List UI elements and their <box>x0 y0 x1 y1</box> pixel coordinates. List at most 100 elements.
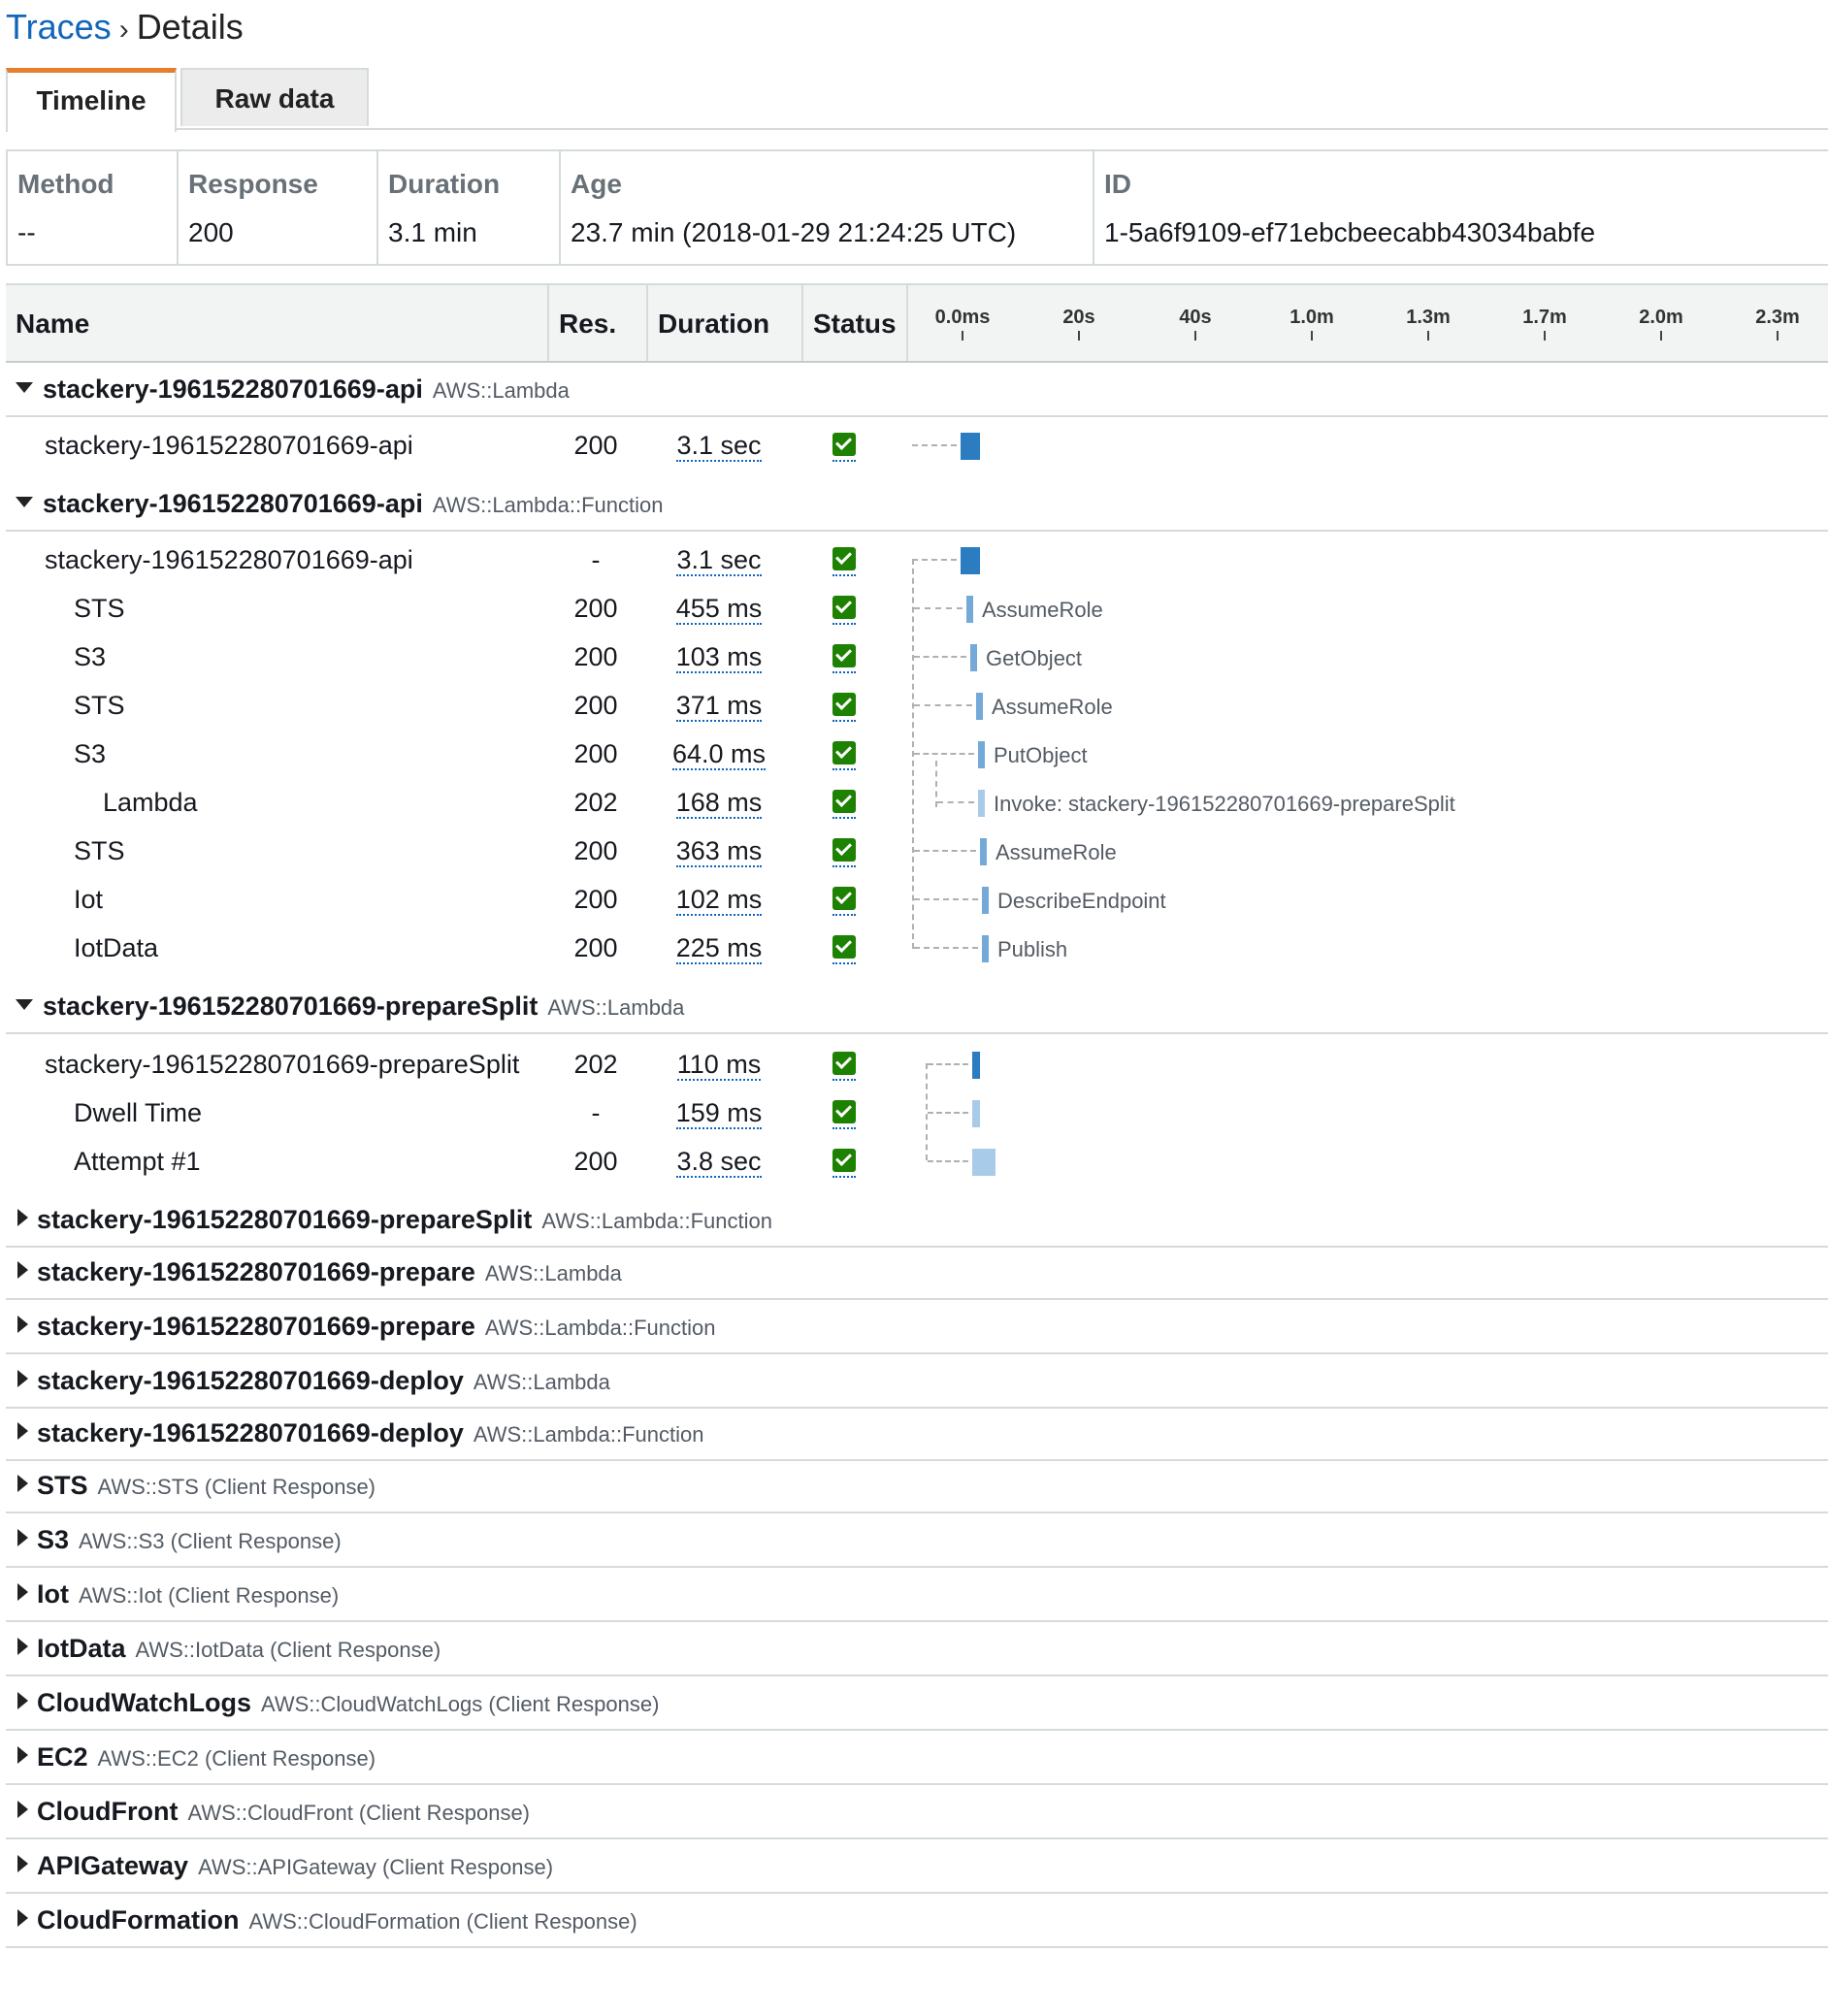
breadcrumb-traces-link[interactable]: Traces <box>6 7 112 47</box>
column-duration[interactable]: Duration <box>646 285 801 361</box>
row-name: stackery-196152280701669-api <box>45 431 413 460</box>
row-response: 200 <box>573 594 618 623</box>
timeline-tick: 0.0ms <box>924 307 1001 341</box>
group-header[interactable]: stackery-196152280701669-prepareSplit AWS… <box>6 1201 1828 1248</box>
caret-right-icon[interactable] <box>17 1422 28 1440</box>
caret-right-icon[interactable] <box>17 1209 28 1226</box>
group-header[interactable]: stackery-196152280701669-deploy AWS::Lamb… <box>6 1362 1828 1409</box>
row-duration[interactable]: 455 ms <box>675 594 763 625</box>
caret-right-icon[interactable] <box>17 1909 28 1927</box>
caret-right-icon[interactable] <box>17 1746 28 1764</box>
caret-right-icon[interactable] <box>17 1316 28 1333</box>
table-row[interactable]: Dwell Time - 159 ms <box>6 1090 1828 1139</box>
timeline-bar[interactable] <box>976 693 983 720</box>
group-header[interactable]: CloudFront AWS::CloudFront (Client Respon… <box>6 1793 1828 1839</box>
caret-right-icon[interactable] <box>17 1801 28 1818</box>
row-name: stackery-196152280701669-api <box>45 545 413 574</box>
caret-down-icon[interactable] <box>16 497 33 507</box>
row-duration[interactable]: 363 ms <box>675 836 763 867</box>
timeline-bar[interactable] <box>978 741 985 768</box>
group-header[interactable]: CloudFormation AWS::CloudFormation (Clien… <box>6 1902 1828 1948</box>
timeline-bar[interactable] <box>970 644 977 671</box>
trace-connector <box>928 1063 968 1065</box>
timeline-bar[interactable] <box>972 1052 980 1079</box>
table-row[interactable]: S3 200 64.0 ms PutObject <box>6 732 1828 780</box>
table-row[interactable]: S3 200 103 ms GetObject <box>6 634 1828 683</box>
timeline-bar[interactable] <box>978 790 985 817</box>
row-duration[interactable]: 168 ms <box>675 788 763 819</box>
row-name: Iot <box>74 885 104 914</box>
row-duration[interactable]: 110 ms <box>676 1050 762 1081</box>
table-row[interactable]: Iot 200 102 ms DescribeEndpoint <box>6 877 1828 926</box>
caret-right-icon[interactable] <box>17 1261 28 1279</box>
group-title: S3 <box>37 1525 70 1554</box>
row-duration[interactable]: 371 ms <box>675 691 763 722</box>
column-res[interactable]: Res. <box>547 285 646 361</box>
table-row[interactable]: STS 200 371 ms AssumeRole <box>6 683 1828 732</box>
group-header[interactable]: STS AWS::STS (Client Response) <box>6 1467 1828 1513</box>
table-row[interactable]: STS 200 363 ms AssumeRole <box>6 829 1828 877</box>
table-row[interactable]: stackery-196152280701669-prepareSplit 20… <box>6 1042 1828 1090</box>
tab-raw-data[interactable]: Raw data <box>180 68 369 126</box>
check-square-icon <box>832 1100 856 1123</box>
caret-down-icon[interactable] <box>16 382 33 393</box>
table-row[interactable]: STS 200 455 ms AssumeRole <box>6 586 1828 634</box>
row-duration[interactable]: 103 ms <box>675 642 763 673</box>
timeline-bar[interactable] <box>961 547 980 574</box>
group-header[interactable]: Iot AWS::Iot (Client Response) <box>6 1576 1828 1622</box>
group-header[interactable]: stackery-196152280701669-deploy AWS::Lamb… <box>6 1414 1828 1461</box>
row-duration[interactable]: 64.0 ms <box>671 739 767 770</box>
row-duration[interactable]: 3.1 sec <box>676 431 762 462</box>
row-duration[interactable]: 3.1 sec <box>676 545 762 576</box>
group-header[interactable]: S3 AWS::S3 (Client Response) <box>6 1521 1828 1568</box>
caret-down-icon[interactable] <box>16 999 33 1010</box>
group-header[interactable]: CloudWatchLogs AWS::CloudWatchLogs (Clien… <box>6 1684 1828 1731</box>
column-status[interactable]: Status <box>801 285 906 361</box>
caret-right-icon[interactable] <box>17 1475 28 1492</box>
trace-summary: Method -- Response 200 Duration 3.1 min … <box>6 149 1828 266</box>
caret-right-icon[interactable] <box>17 1370 28 1387</box>
timeline-bar[interactable] <box>972 1149 996 1176</box>
caret-right-icon[interactable] <box>17 1583 28 1601</box>
summary-id-label: ID <box>1104 169 1131 199</box>
group-type: AWS::Lambda::Function <box>432 493 664 517</box>
table-row[interactable]: stackery-196152280701669-api 200 3.1 sec <box>6 423 1828 471</box>
summary-age-value: 23.7 min (2018-01-29 21:24:25 UTC) <box>571 217 1017 247</box>
table-row[interactable]: Attempt #1 200 3.8 sec <box>6 1139 1828 1187</box>
tab-timeline[interactable]: Timeline <box>6 68 177 132</box>
row-response: 200 <box>573 739 618 768</box>
column-res-label: Res. <box>559 309 617 339</box>
table-row[interactable]: Lambda 202 168 ms Invoke: stackery-19615… <box>6 780 1828 829</box>
row-duration[interactable]: 159 ms <box>675 1098 763 1129</box>
timeline-bar[interactable] <box>982 935 989 962</box>
group-header[interactable]: stackery-196152280701669-prepare AWS::Lam… <box>6 1253 1828 1300</box>
timeline-bar[interactable] <box>972 1100 980 1127</box>
timeline-bar[interactable] <box>961 433 980 460</box>
trace-connector <box>937 801 974 803</box>
caret-right-icon[interactable] <box>17 1855 28 1872</box>
column-name[interactable]: Name <box>6 285 545 361</box>
table-row[interactable]: stackery-196152280701669-api - 3.1 sec <box>6 537 1828 586</box>
group-header[interactable]: stackery-196152280701669-prepare AWS::Lam… <box>6 1308 1828 1354</box>
group-title: APIGateway <box>37 1851 189 1880</box>
row-duration[interactable]: 225 ms <box>675 933 763 964</box>
group-header[interactable]: IotData AWS::IotData (Client Response) <box>6 1630 1828 1676</box>
timeline-bar[interactable] <box>966 596 973 623</box>
group-header[interactable]: APIGateway AWS::APIGateway (Client Respon… <box>6 1847 1828 1894</box>
table-row[interactable]: IotData 200 225 ms Publish <box>6 926 1828 974</box>
group-header[interactable]: stackery-196152280701669-prepareSplit AWS… <box>6 986 1828 1034</box>
row-duration[interactable]: 102 ms <box>675 885 763 916</box>
timeline-tick: 2.3m <box>1739 307 1816 341</box>
timeline-bar[interactable] <box>982 887 989 914</box>
group-type: AWS::Iot (Client Response) <box>79 1583 340 1608</box>
group-header[interactable]: stackery-196152280701669-api AWS::Lambda <box>6 369 1828 417</box>
timeline-bar[interactable] <box>980 838 987 865</box>
breadcrumb-current: Details <box>136 7 244 47</box>
group-header[interactable]: EC2 AWS::EC2 (Client Response) <box>6 1739 1828 1785</box>
caret-right-icon[interactable] <box>17 1638 28 1655</box>
caret-right-icon[interactable] <box>17 1529 28 1546</box>
caret-right-icon[interactable] <box>17 1692 28 1709</box>
timeline-tick: 40s <box>1157 307 1234 341</box>
row-duration[interactable]: 3.8 sec <box>676 1147 762 1178</box>
group-header[interactable]: stackery-196152280701669-api AWS::Lambda:… <box>6 483 1828 532</box>
